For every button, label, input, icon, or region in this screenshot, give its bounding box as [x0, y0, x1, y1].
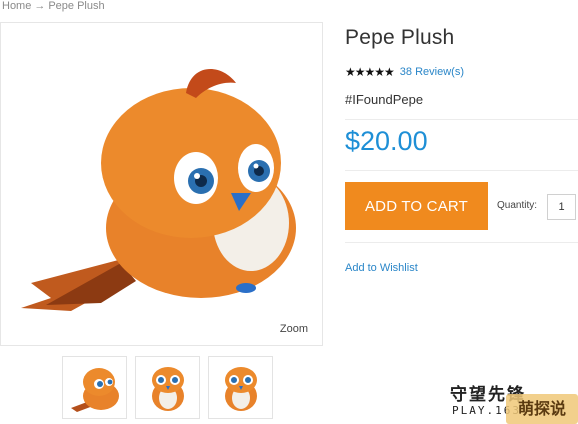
breadcrumb: Home → Pepe Plush	[2, 0, 105, 12]
divider	[345, 242, 578, 243]
add-to-wishlist-link[interactable]: Add to Wishlist	[345, 262, 418, 274]
main-product-image[interactable]: Zoom	[0, 22, 323, 346]
zoom-link[interactable]: Zoom	[280, 323, 308, 335]
watermark-badge: 萌探说	[506, 394, 578, 424]
thumbnail-strip	[62, 356, 273, 419]
product-title: Pepe Plush	[345, 26, 455, 49]
add-to-cart-button[interactable]: ADD TO CART	[345, 182, 488, 230]
star-icon: ★★★★★	[345, 65, 395, 79]
thumbnail-front[interactable]	[135, 356, 200, 419]
watermark: 守望先锋 PLAY.163 萌探说	[448, 380, 578, 424]
plush-bird-thumbnail-side	[71, 368, 119, 412]
quantity-input[interactable]	[547, 194, 576, 220]
thumbnail-side[interactable]	[62, 356, 127, 419]
product-hashtag: #IFoundPepe	[345, 92, 424, 107]
divider	[345, 119, 578, 120]
breadcrumb-home-link[interactable]: Home	[2, 0, 31, 12]
breadcrumb-current: Pepe Plush	[48, 0, 105, 12]
plush-bird-thumbnail-front	[152, 367, 184, 411]
plush-bird-thumbnail-front-alt	[225, 367, 257, 411]
rating-row: ★★★★★ 38 Review(s)	[345, 65, 464, 79]
breadcrumb-separator: →	[34, 0, 46, 12]
reviews-link[interactable]: 38 Review(s)	[400, 66, 464, 78]
quantity-label: Quantity:	[497, 200, 538, 211]
plush-bird-image	[21, 69, 296, 311]
product-price: $20.00	[345, 126, 428, 156]
thumbnail-front-alt[interactable]	[208, 356, 273, 419]
divider	[345, 170, 578, 171]
